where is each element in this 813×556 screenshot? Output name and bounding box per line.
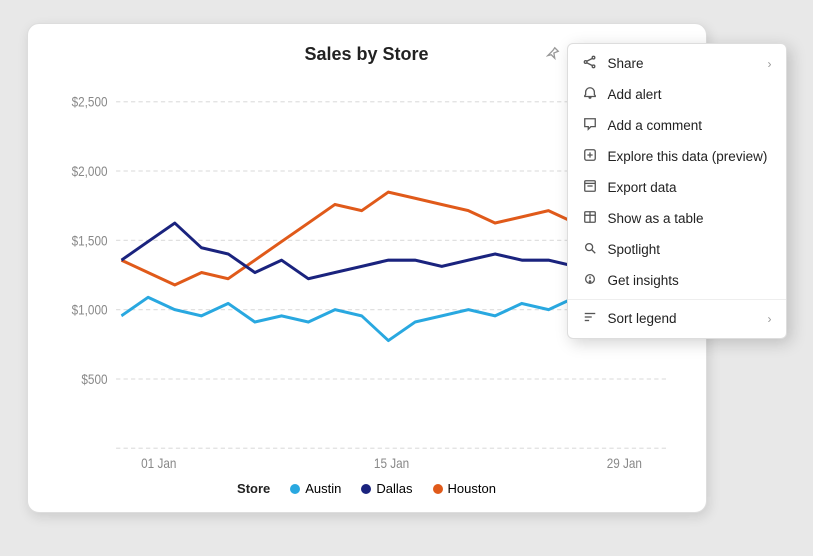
svg-text:$1,000: $1,000 xyxy=(71,302,107,318)
menu-item-insights[interactable]: Get insights xyxy=(568,265,786,296)
insights-icon xyxy=(582,272,598,289)
chart-title: Sales by Store xyxy=(304,44,428,65)
share-icon xyxy=(582,55,598,72)
svg-text:$2,000: $2,000 xyxy=(71,163,107,179)
menu-label-share: Share xyxy=(608,56,644,71)
sort-icon xyxy=(582,310,598,327)
menu-item-share[interactable]: Share › xyxy=(568,48,786,79)
legend-dot-houston xyxy=(433,484,443,494)
chart-legend: Store Austin Dallas Houston xyxy=(52,481,682,496)
legend-dot-dallas xyxy=(361,484,371,494)
sort-legend-arrow: › xyxy=(768,312,772,326)
menu-item-export[interactable]: Export data xyxy=(568,172,786,203)
menu-label-add-alert: Add alert xyxy=(608,87,662,102)
svg-text:15 Jan: 15 Jan xyxy=(373,455,408,471)
menu-label-sort-legend: Sort legend xyxy=(608,311,677,326)
add-alert-icon xyxy=(582,86,598,103)
menu-label-insights: Get insights xyxy=(608,273,679,288)
svg-text:01 Jan: 01 Jan xyxy=(141,455,176,471)
menu-label-export: Export data xyxy=(608,180,677,195)
svg-text:$2,500: $2,500 xyxy=(71,94,107,110)
menu-item-add-comment[interactable]: Add a comment xyxy=(568,110,786,141)
context-menu: Share › Add alert Add a comment xyxy=(567,43,787,339)
legend-label-dallas: Dallas xyxy=(376,481,412,496)
menu-item-explore[interactable]: Explore this data (preview) xyxy=(568,141,786,172)
explore-icon xyxy=(582,148,598,165)
share-arrow: › xyxy=(768,57,772,71)
svg-text:$1,500: $1,500 xyxy=(71,232,107,248)
legend-item-houston: Houston xyxy=(433,481,496,496)
menu-label-explore: Explore this data (preview) xyxy=(608,149,768,164)
menu-item-show-table[interactable]: Show as a table xyxy=(568,203,786,234)
legend-item-austin: Austin xyxy=(290,481,341,496)
svg-text:29 Jan: 29 Jan xyxy=(606,455,641,471)
export-icon xyxy=(582,179,598,196)
legend-item-dallas: Dallas xyxy=(361,481,412,496)
legend-label-houston: Houston xyxy=(448,481,496,496)
legend-label-austin: Austin xyxy=(305,481,341,496)
pin-button[interactable] xyxy=(544,44,562,62)
menu-label-show-table: Show as a table xyxy=(608,211,704,226)
menu-separator xyxy=(568,299,786,300)
legend-store-label: Store xyxy=(237,481,270,496)
table-icon xyxy=(582,210,598,227)
legend-dot-austin xyxy=(290,484,300,494)
menu-label-add-comment: Add a comment xyxy=(608,118,703,133)
menu-item-sort-legend[interactable]: Sort legend › xyxy=(568,303,786,334)
spotlight-icon xyxy=(582,241,598,258)
svg-text:$500: $500 xyxy=(81,371,107,387)
add-comment-icon xyxy=(582,117,598,134)
menu-label-spotlight: Spotlight xyxy=(608,242,661,257)
menu-item-spotlight[interactable]: Spotlight xyxy=(568,234,786,265)
menu-item-add-alert[interactable]: Add alert xyxy=(568,79,786,110)
